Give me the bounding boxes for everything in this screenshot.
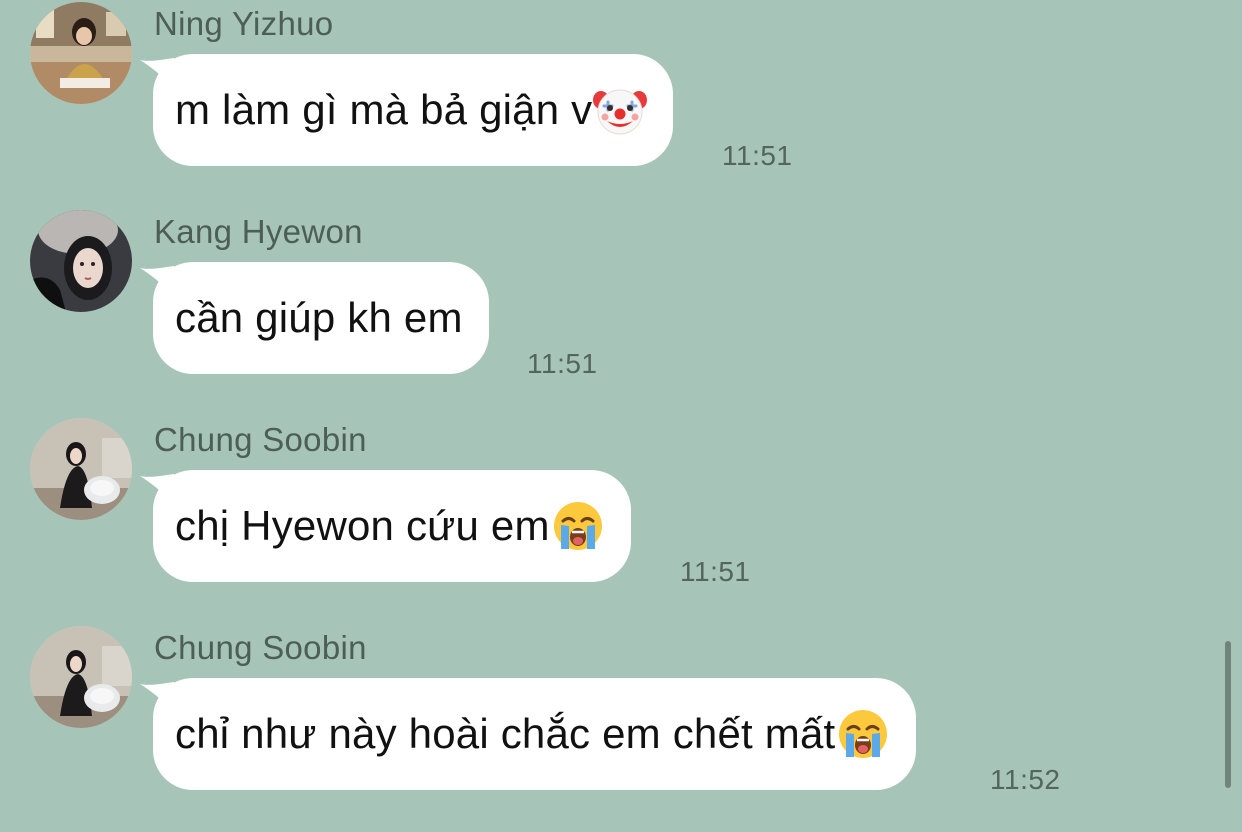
sender-name[interactable]: Kang Hyewon: [154, 212, 363, 252]
message-bubble[interactable]: cần giúp kh em: [153, 262, 489, 374]
message-row: Ning Yizhuo m làm gì mà bả giận v 11:51: [0, 0, 1242, 208]
clown-face-icon: [593, 83, 647, 137]
avatar[interactable]: [30, 626, 132, 728]
message-bubble[interactable]: m làm gì mà bả giận v: [153, 54, 674, 166]
loudly-crying-face-icon: [836, 707, 890, 761]
message-bubble[interactable]: chị Hyewon cứu em: [153, 470, 631, 582]
message-text: chị Hyewon cứu em: [175, 502, 550, 549]
message-time: 11:52: [990, 764, 1061, 795]
sender-name[interactable]: Chung Soobin: [154, 628, 367, 668]
sender-name[interactable]: Ning Yizhuo: [154, 4, 333, 44]
message-row: Chung Soobin chỉ như này hoài chắc em ch…: [0, 624, 1242, 832]
scrollbar[interactable]: [1225, 641, 1231, 788]
message-text: m làm gì mà bả giận v: [175, 86, 593, 133]
message-text: chỉ như này hoài chắc em chết mất: [175, 710, 836, 757]
avatar[interactable]: [30, 210, 132, 312]
avatar[interactable]: [30, 418, 132, 520]
chat-message-list[interactable]: Ning Yizhuo m làm gì mà bả giận v 11:51 …: [0, 0, 1242, 795]
sender-name[interactable]: Chung Soobin: [154, 420, 367, 460]
avatar[interactable]: [30, 2, 132, 104]
message-time: 11:51: [680, 556, 751, 587]
message-row: Chung Soobin chị Hyewon cứu em 11:51: [0, 416, 1242, 624]
message-text: cần giúp kh em: [175, 294, 463, 341]
message-row: Kang Hyewon cần giúp kh em 11:51: [0, 208, 1242, 416]
loudly-crying-face-icon: [551, 499, 605, 553]
message-time: 11:51: [527, 348, 598, 379]
message-bubble[interactable]: chỉ như này hoài chắc em chết mất: [153, 678, 917, 790]
message-time: 11:51: [722, 140, 793, 171]
